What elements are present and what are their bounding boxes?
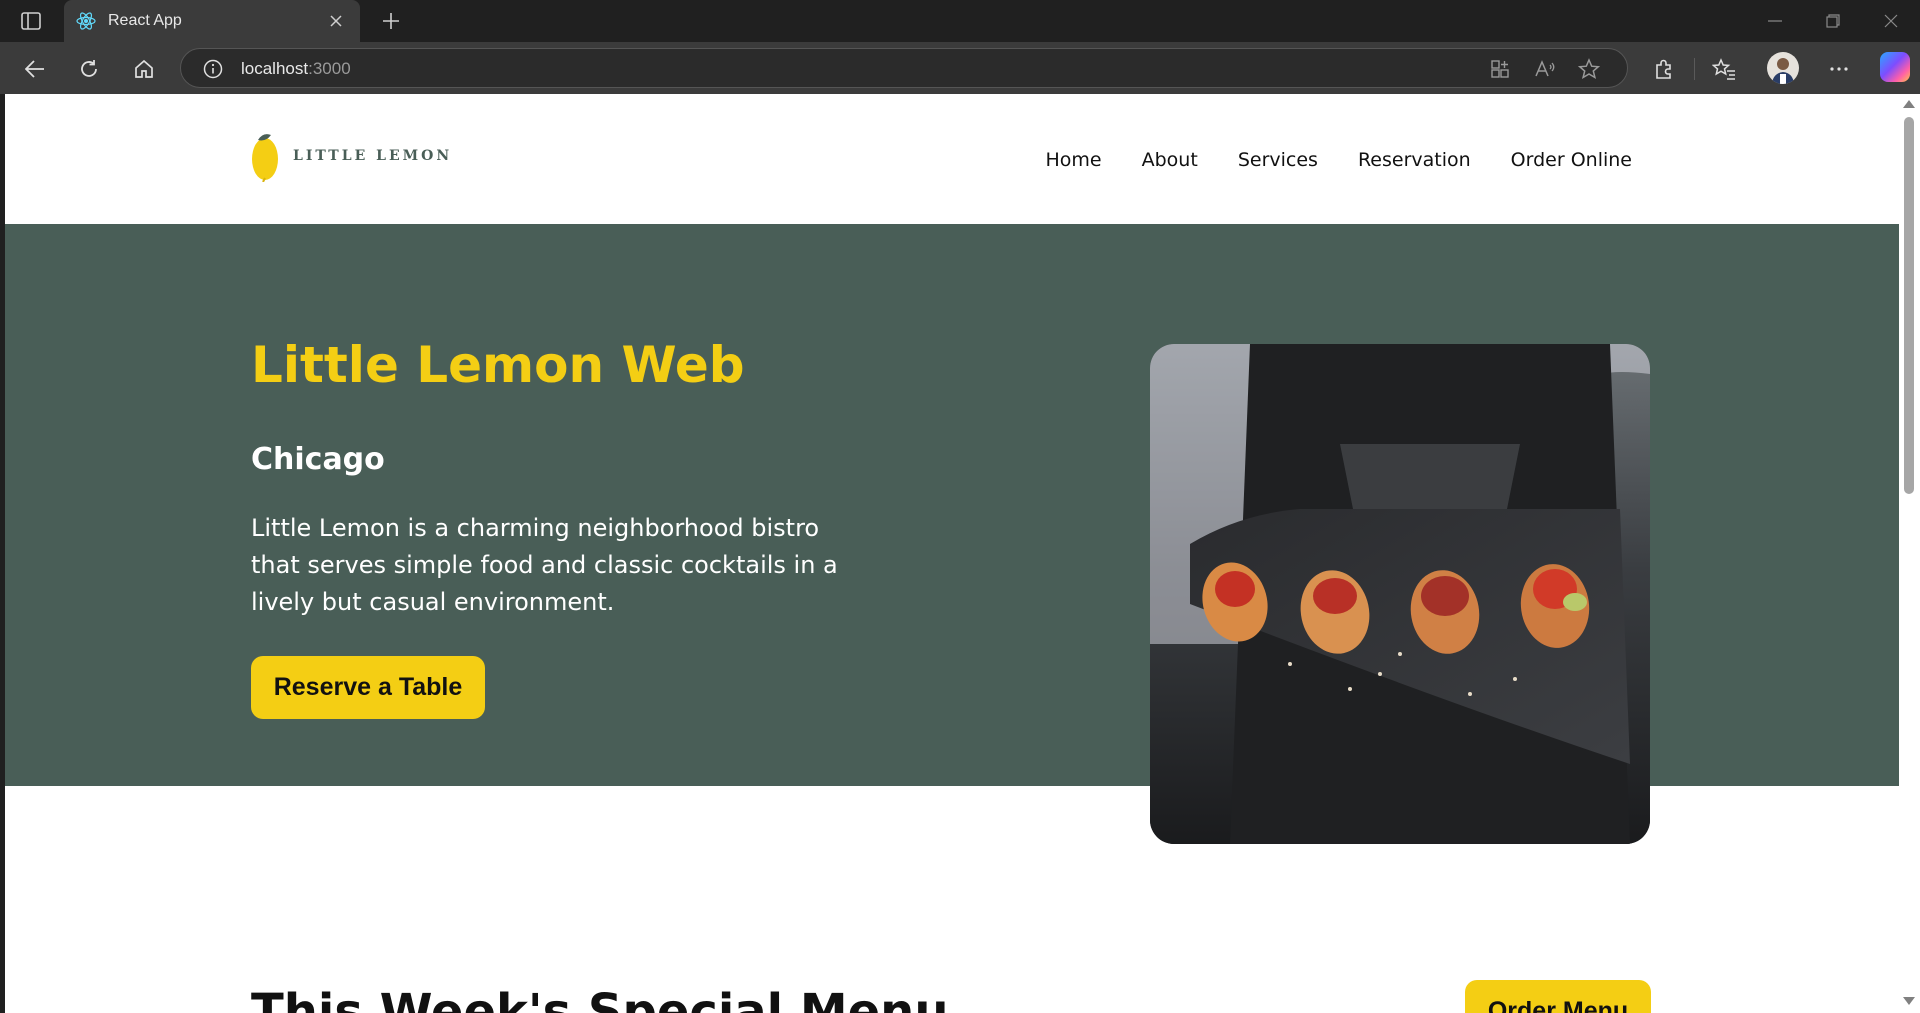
url-text: localhost:3000 xyxy=(241,59,351,78)
browser-tab-active[interactable]: React App xyxy=(64,0,360,42)
nav-link-home[interactable]: Home xyxy=(1046,149,1102,171)
close-icon xyxy=(1884,14,1898,28)
minimize-icon xyxy=(1768,20,1782,22)
home-icon xyxy=(135,59,153,78)
address-bar[interactable]: localhost:3000 xyxy=(180,48,1628,88)
app-available-icon[interactable] xyxy=(1488,57,1512,81)
read-aloud-icon[interactable] xyxy=(1533,57,1557,81)
tab-title: React App xyxy=(108,12,182,29)
page-scrollbar[interactable] xyxy=(1899,94,1920,1013)
refresh-button[interactable] xyxy=(72,52,106,86)
react-icon xyxy=(74,9,98,33)
favorites-button[interactable] xyxy=(1707,52,1741,86)
back-arrow-icon xyxy=(25,60,44,78)
hero-subtitle: Chicago xyxy=(251,442,385,477)
nav-link-reservation[interactable]: Reservation xyxy=(1358,149,1471,171)
home-button[interactable] xyxy=(127,52,161,86)
lemon-logo-icon xyxy=(252,134,278,182)
browser-toolbar: localhost:3000 xyxy=(0,42,1920,94)
scroll-down-arrow-icon[interactable] xyxy=(1903,997,1915,1005)
logo-text: LITTLE LEMON xyxy=(293,148,453,164)
nav-link-about[interactable]: About xyxy=(1142,149,1198,171)
tab-actions-button[interactable] xyxy=(14,8,48,34)
close-tab-icon[interactable] xyxy=(324,9,348,33)
scrollbar-thumb[interactable] xyxy=(1904,117,1914,494)
hero-food-image xyxy=(1150,344,1650,844)
browser-tab-bar: React App xyxy=(0,0,1920,42)
copilot-icon[interactable] xyxy=(1880,52,1910,82)
more-dots-icon xyxy=(1830,67,1848,71)
close-window-button[interactable] xyxy=(1871,6,1911,36)
nav-link-services[interactable]: Services xyxy=(1238,149,1318,171)
puzzle-icon xyxy=(1656,59,1671,79)
site-logo[interactable]: LITTLE LEMON xyxy=(251,130,452,182)
minimize-button[interactable] xyxy=(1755,6,1795,36)
toolbar-divider xyxy=(1694,58,1695,80)
profile-avatar[interactable] xyxy=(1767,52,1799,84)
settings-more-button[interactable] xyxy=(1822,52,1856,86)
favorites-list-icon xyxy=(1712,58,1735,80)
info-icon[interactable] xyxy=(203,59,223,79)
reserve-table-button[interactable]: Reserve a Table xyxy=(251,656,485,719)
specials-title: This Week's Special Menu xyxy=(251,984,949,1013)
site-header: LITTLE LEMON Home About Services Reserva… xyxy=(5,94,1899,224)
extensions-button[interactable] xyxy=(1647,52,1681,86)
restore-icon xyxy=(1826,14,1840,28)
hero-description: Little Lemon is a charming neighborhood … xyxy=(251,514,838,616)
restore-button[interactable] xyxy=(1813,6,1853,36)
favorite-star-icon[interactable] xyxy=(1577,57,1601,81)
tab-actions-icon xyxy=(21,12,41,30)
plus-icon xyxy=(383,13,399,29)
order-menu-button[interactable]: Order Menu xyxy=(1465,980,1651,1013)
new-tab-button[interactable] xyxy=(376,8,406,34)
nav-link-order-online[interactable]: Order Online xyxy=(1511,149,1632,171)
refresh-icon xyxy=(81,60,97,77)
page-viewport: LITTLE LEMON Home About Services Reserva… xyxy=(5,94,1899,1013)
hero-title: Little Lemon Web xyxy=(251,336,745,394)
scroll-up-arrow-icon[interactable] xyxy=(1903,100,1915,108)
back-button[interactable] xyxy=(18,52,52,86)
main-nav: Home About Services Reservation Order On… xyxy=(1046,149,1632,171)
